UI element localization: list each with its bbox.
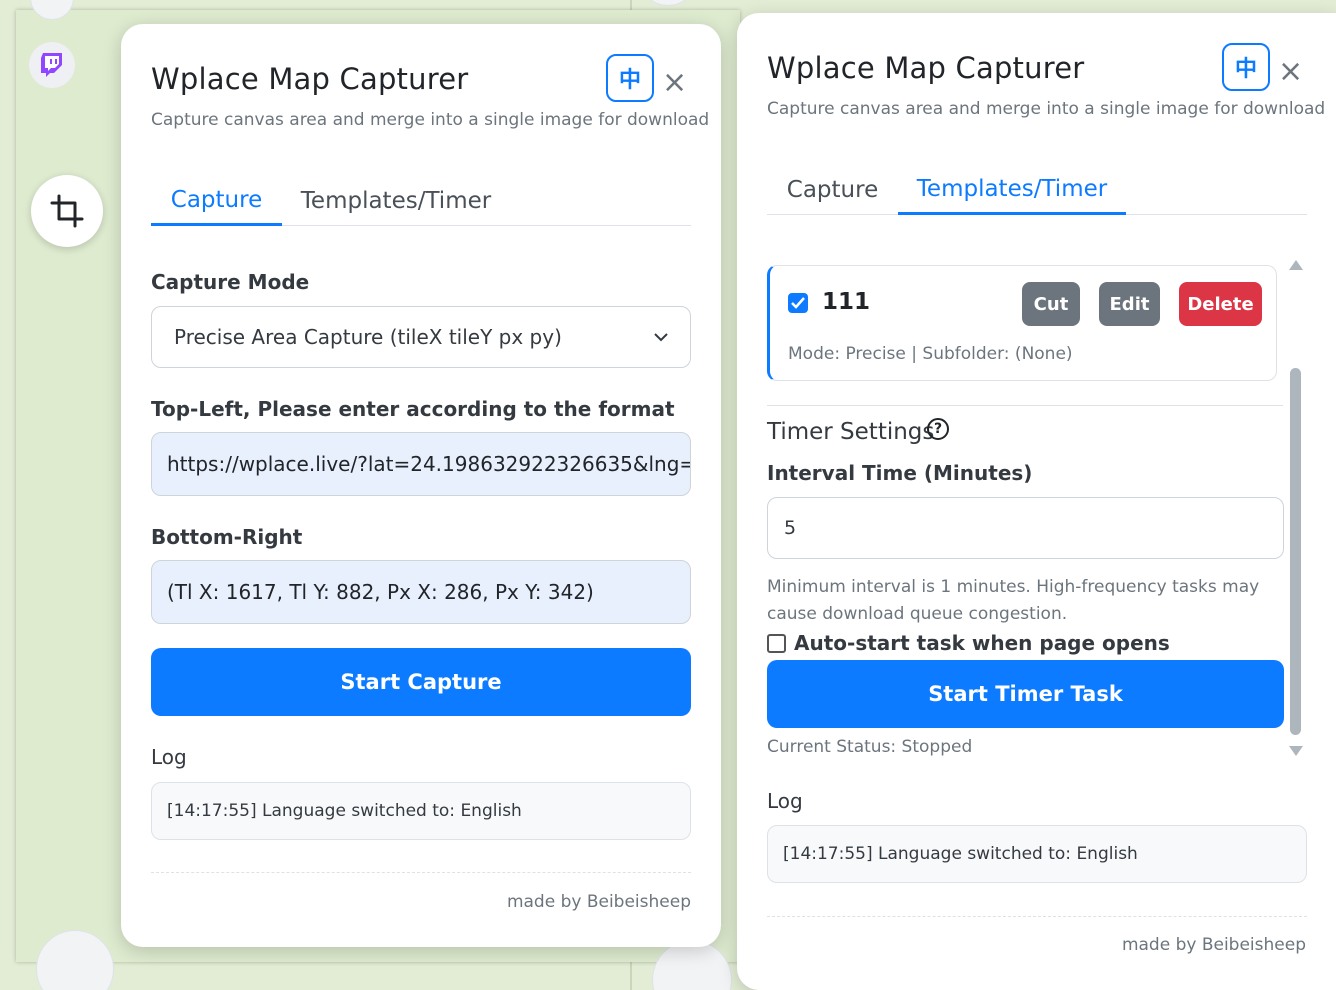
template-name: 111 bbox=[822, 289, 871, 315]
bottom-right-input[interactable]: (Tl X: 1617, Tl Y: 882, Px X: 286, Px Y:… bbox=[151, 560, 691, 624]
start-timer-button[interactable]: Start Timer Task bbox=[767, 660, 1284, 728]
tab-templates-timer[interactable]: Templates/Timer bbox=[282, 176, 510, 226]
top-left-label: Top-Left, Please enter according to the … bbox=[151, 397, 675, 421]
top-left-input[interactable]: https://wplace.live/?lat=24.198632922326… bbox=[151, 432, 691, 496]
language-toggle-button[interactable]: 中 bbox=[1222, 43, 1270, 91]
start-capture-button[interactable]: Start Capture bbox=[151, 648, 691, 716]
footer-divider bbox=[151, 872, 691, 873]
template-checkbox[interactable] bbox=[788, 293, 808, 313]
template-meta: Mode: Precise | Subfolder: (None) bbox=[788, 344, 1073, 364]
crop-icon bbox=[50, 194, 84, 228]
bottom-right-label: Bottom-Right bbox=[151, 525, 303, 549]
interval-input[interactable]: 5 bbox=[767, 497, 1284, 559]
panel-subtitle: Capture canvas area and merge into a sin… bbox=[767, 99, 1326, 119]
tab-bar: Capture Templates/Timer bbox=[767, 165, 1307, 215]
template-edit-button[interactable]: Edit bbox=[1099, 282, 1160, 326]
capturer-panel-templates: Wplace Map Capturer 中 × Capture canvas a… bbox=[737, 13, 1336, 990]
footer-credit: made by Beibeisheep bbox=[506, 892, 691, 912]
capture-mode-select[interactable]: Precise Area Capture (tileX tileY px py) bbox=[151, 306, 691, 368]
checkmark-icon bbox=[791, 297, 805, 309]
panel-title: Wplace Map Capturer bbox=[767, 51, 1085, 85]
timer-settings-title: Timer Settings bbox=[767, 419, 935, 445]
scroll-down-arrow[interactable] bbox=[1289, 746, 1303, 756]
log-label: Log bbox=[767, 789, 803, 813]
template-item[interactable]: 111 Cut Edit Delete Mode: Precise | Subf… bbox=[767, 265, 1277, 381]
log-entry: [14:17:55] Language switched to: English bbox=[167, 801, 522, 821]
capture-mode-label: Capture Mode bbox=[151, 270, 310, 294]
scroll-up-arrow[interactable] bbox=[1289, 260, 1303, 270]
timer-status: Current Status: Stopped bbox=[767, 737, 973, 757]
section-divider bbox=[767, 405, 1283, 406]
panel-title: Wplace Map Capturer bbox=[151, 62, 469, 96]
footer-divider bbox=[767, 916, 1307, 917]
log-entry: [14:17:55] Language switched to: English bbox=[783, 844, 1138, 864]
close-button[interactable]: × bbox=[662, 68, 687, 98]
close-button[interactable]: × bbox=[1278, 57, 1303, 87]
autostart-label[interactable]: Auto-start task when page opens bbox=[794, 631, 1170, 655]
template-cut-button[interactable]: Cut bbox=[1022, 282, 1080, 326]
twitch-icon bbox=[41, 53, 62, 77]
tab-templates-timer[interactable]: Templates/Timer bbox=[898, 165, 1126, 215]
template-delete-button[interactable]: Delete bbox=[1179, 282, 1262, 326]
language-toggle-button[interactable]: 中 bbox=[606, 54, 654, 102]
scrollbar-thumb[interactable] bbox=[1290, 368, 1301, 735]
crop-tool-button[interactable] bbox=[31, 175, 103, 247]
log-box: [14:17:55] Language switched to: English bbox=[151, 782, 691, 840]
capturer-panel-capture: Wplace Map Capturer 中 × Capture canvas a… bbox=[121, 24, 721, 947]
help-icon[interactable]: ? bbox=[927, 418, 949, 440]
capture-mode-value: Precise Area Capture (tileX tileY px py) bbox=[174, 325, 562, 349]
log-label: Log bbox=[151, 745, 187, 769]
panel-subtitle: Capture canvas area and merge into a sin… bbox=[151, 110, 710, 130]
interval-hint: Minimum interval is 1 minutes. High-freq… bbox=[767, 577, 1260, 624]
twitch-button[interactable] bbox=[29, 42, 75, 88]
interval-label: Interval Time (Minutes) bbox=[767, 461, 1033, 485]
tab-capture[interactable]: Capture bbox=[151, 176, 282, 226]
log-box: [14:17:55] Language switched to: English bbox=[767, 825, 1307, 883]
tab-capture[interactable]: Capture bbox=[767, 165, 898, 215]
tab-bar: Capture Templates/Timer bbox=[151, 176, 691, 226]
autostart-checkbox[interactable] bbox=[767, 634, 786, 653]
footer-credit: made by Beibeisheep bbox=[1121, 935, 1306, 955]
chevron-down-icon bbox=[654, 333, 668, 342]
